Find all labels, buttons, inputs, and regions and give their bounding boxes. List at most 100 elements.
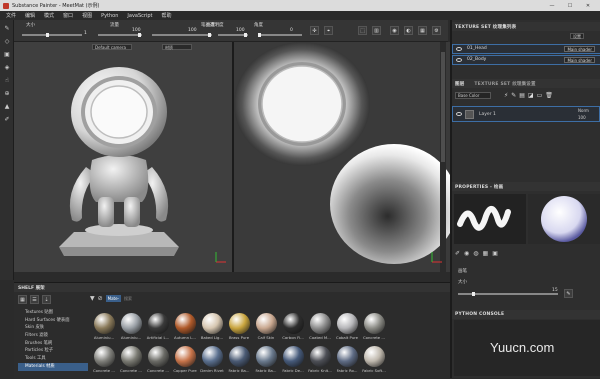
menu-view[interactable]: 视图 bbox=[82, 12, 92, 19]
menu-javascript[interactable]: JavaScript bbox=[127, 13, 152, 19]
stencil-tab-icon[interactable]: ◍ bbox=[473, 250, 478, 257]
delete-layer-icon[interactable]: 🗑 bbox=[545, 92, 553, 99]
camera-button[interactable]: ◉ bbox=[390, 26, 399, 35]
minimize-button[interactable]: — bbox=[545, 0, 559, 11]
category-item[interactable]: Particles 粒子 bbox=[18, 347, 88, 355]
material-thumbnail[interactable]: Carbon Fi... bbox=[281, 313, 305, 346]
material-thumbnail[interactable]: Concrete ... bbox=[362, 313, 386, 346]
search-tag[interactable]: Mate- bbox=[105, 295, 122, 302]
layer-row[interactable]: Layer 1 Norm 100 bbox=[452, 106, 600, 122]
brush-picker-icon[interactable]: ✎ bbox=[564, 289, 573, 298]
menu-window[interactable]: 窗口 bbox=[63, 12, 73, 19]
layer-blend-mode[interactable]: Norm bbox=[578, 108, 589, 113]
texture-set-row[interactable]: 01_Head Main shader bbox=[452, 44, 600, 54]
close-button[interactable]: ✕ bbox=[581, 0, 595, 11]
visibility-eye-icon[interactable] bbox=[456, 58, 462, 62]
tab-layers[interactable]: 图层 bbox=[455, 81, 464, 87]
split-view-button[interactable]: ▥ bbox=[372, 26, 381, 35]
eraser-icon[interactable]: ◇ bbox=[2, 36, 12, 46]
layer-opacity[interactable]: 100 bbox=[578, 115, 586, 120]
shader-dropdown[interactable]: Main shader bbox=[564, 46, 595, 52]
clone-icon[interactable]: ⊕ bbox=[2, 88, 12, 98]
menu-file[interactable]: 文件 bbox=[6, 12, 16, 19]
screenshot-icon[interactable]: ▦ bbox=[418, 26, 427, 35]
add-effect-icon[interactable]: ⚡ bbox=[504, 92, 508, 99]
material-thumbnail[interactable]: Coated M... bbox=[308, 313, 332, 346]
opacity-slider[interactable] bbox=[152, 32, 212, 37]
brush-size-slider[interactable] bbox=[458, 291, 558, 296]
menu-help[interactable]: 帮助 bbox=[162, 12, 172, 19]
material-ball bbox=[201, 313, 223, 334]
size-slider[interactable] bbox=[22, 32, 82, 37]
material-thumbnail[interactable]: Fabric Soft... bbox=[362, 346, 386, 379]
texture-set-settings-dropdown[interactable]: 设置 bbox=[570, 33, 584, 39]
projection-icon[interactable]: ▣ bbox=[2, 49, 12, 59]
paint-brush-icon[interactable]: ✎ bbox=[2, 23, 12, 33]
search-input[interactable]: 搜索 bbox=[124, 296, 204, 302]
category-item[interactable]: Textures 贴图 bbox=[18, 309, 88, 317]
menu-edit[interactable]: 编辑 bbox=[25, 12, 35, 19]
material-thumbnail[interactable]: Fabric De... bbox=[281, 346, 305, 379]
snap-button[interactable]: ⌖ bbox=[324, 26, 333, 35]
symmetry-button[interactable]: ✣ bbox=[310, 26, 319, 35]
visibility-eye-icon[interactable] bbox=[456, 47, 462, 51]
category-item[interactable]: Skin 皮肤 bbox=[18, 324, 88, 332]
add-folder-icon[interactable]: ▭ bbox=[537, 92, 543, 99]
material-thumbnail[interactable]: Artificial L... bbox=[146, 313, 170, 346]
category-item-selected[interactable]: Materials 材质 bbox=[18, 362, 88, 371]
import-icon[interactable]: ⇣ bbox=[42, 295, 51, 304]
texture-set-row[interactable]: 02_Body Main shader bbox=[452, 55, 600, 65]
category-item[interactable]: Tools 工具 bbox=[18, 355, 88, 363]
filter-icon[interactable]: ▼ bbox=[90, 295, 95, 302]
material-thumbnail[interactable]: Calf Skin bbox=[254, 313, 278, 346]
list-view-icon[interactable]: ☰ bbox=[30, 295, 39, 304]
material-thumbnail[interactable]: Copper Pure bbox=[173, 346, 197, 379]
shader-dropdown[interactable]: Main shader bbox=[564, 57, 595, 63]
2d-viewport[interactable]: 材质 bbox=[232, 42, 450, 272]
render-button[interactable]: ◐ bbox=[404, 26, 413, 35]
menu-python[interactable]: Python bbox=[101, 13, 118, 19]
material-thumbnail[interactable]: Autumn L... bbox=[173, 313, 197, 346]
material-thumbnail[interactable]: Cobalt Pure bbox=[335, 313, 359, 346]
brush-tab-icon[interactable]: ✐ bbox=[455, 250, 460, 257]
material-thumbnail[interactable]: Concrete ... bbox=[92, 346, 116, 379]
menu-mode[interactable]: 模式 bbox=[44, 12, 54, 19]
material-picker-icon[interactable]: ▲ bbox=[2, 101, 12, 111]
material-tab-icon[interactable]: ▦ bbox=[483, 250, 489, 257]
grid-view-icon[interactable]: ▦ bbox=[18, 295, 27, 304]
material-label: Baked Lig... bbox=[200, 335, 224, 340]
material-thumbnail[interactable]: Fabric Ba... bbox=[254, 346, 278, 379]
category-item[interactable]: Filters 滤镜 bbox=[18, 332, 88, 340]
visibility-eye-icon[interactable] bbox=[456, 112, 462, 116]
color-tab-icon[interactable]: ▣ bbox=[492, 250, 498, 257]
add-paint-layer-icon[interactable]: ✎ bbox=[511, 92, 516, 99]
maximize-button[interactable]: ☐ bbox=[563, 0, 577, 11]
material-thumbnail[interactable]: Aluminiu... bbox=[119, 313, 143, 346]
settings-icon[interactable]: ⚙ bbox=[432, 26, 441, 35]
material-thumbnail[interactable]: Baked Lig... bbox=[200, 313, 224, 346]
spacing-slider[interactable] bbox=[218, 32, 248, 37]
material-thumbnail[interactable]: Fabric Ro... bbox=[335, 346, 359, 379]
polygon-fill-icon[interactable]: ◈ bbox=[2, 62, 12, 72]
category-item[interactable]: Brushes 笔刷 bbox=[18, 340, 88, 348]
add-fill-layer-icon[interactable]: ▤ bbox=[519, 92, 525, 99]
channel-dropdown[interactable]: Base Color bbox=[455, 92, 491, 99]
material-thumbnail[interactable]: Brass Pure bbox=[227, 313, 251, 346]
material-thumbnail[interactable]: Aluminiu... bbox=[92, 313, 116, 346]
material-thumbnail[interactable]: Concrete ... bbox=[146, 346, 170, 379]
alpha-tab-icon[interactable]: ◉ bbox=[464, 250, 469, 257]
3d-viewport[interactable]: Default camera 材质 bbox=[14, 42, 232, 272]
flow-slider[interactable] bbox=[98, 32, 142, 37]
angle-slider[interactable] bbox=[258, 32, 302, 37]
add-mask-icon[interactable]: ◪ bbox=[528, 92, 534, 99]
clear-filter-icon[interactable]: ⊘ bbox=[98, 295, 103, 302]
tab-texture-set-settings[interactable]: TEXTURE SET 纹理集设置 bbox=[474, 81, 535, 87]
material-thumbnail[interactable]: Fabric Ba... bbox=[227, 346, 251, 379]
view-mode-button[interactable]: ⬚ bbox=[358, 26, 367, 35]
material-thumbnail[interactable]: Concrete ... bbox=[119, 346, 143, 379]
smudge-icon[interactable]: ☝ bbox=[2, 75, 12, 85]
material-thumbnail[interactable]: Fabric Knit... bbox=[308, 346, 332, 379]
material-thumbnail[interactable]: Denim Rivet bbox=[200, 346, 224, 379]
category-item[interactable]: Hard Surfaces 硬表面 bbox=[18, 317, 88, 325]
color-picker-icon[interactable]: ✐ bbox=[2, 114, 12, 124]
